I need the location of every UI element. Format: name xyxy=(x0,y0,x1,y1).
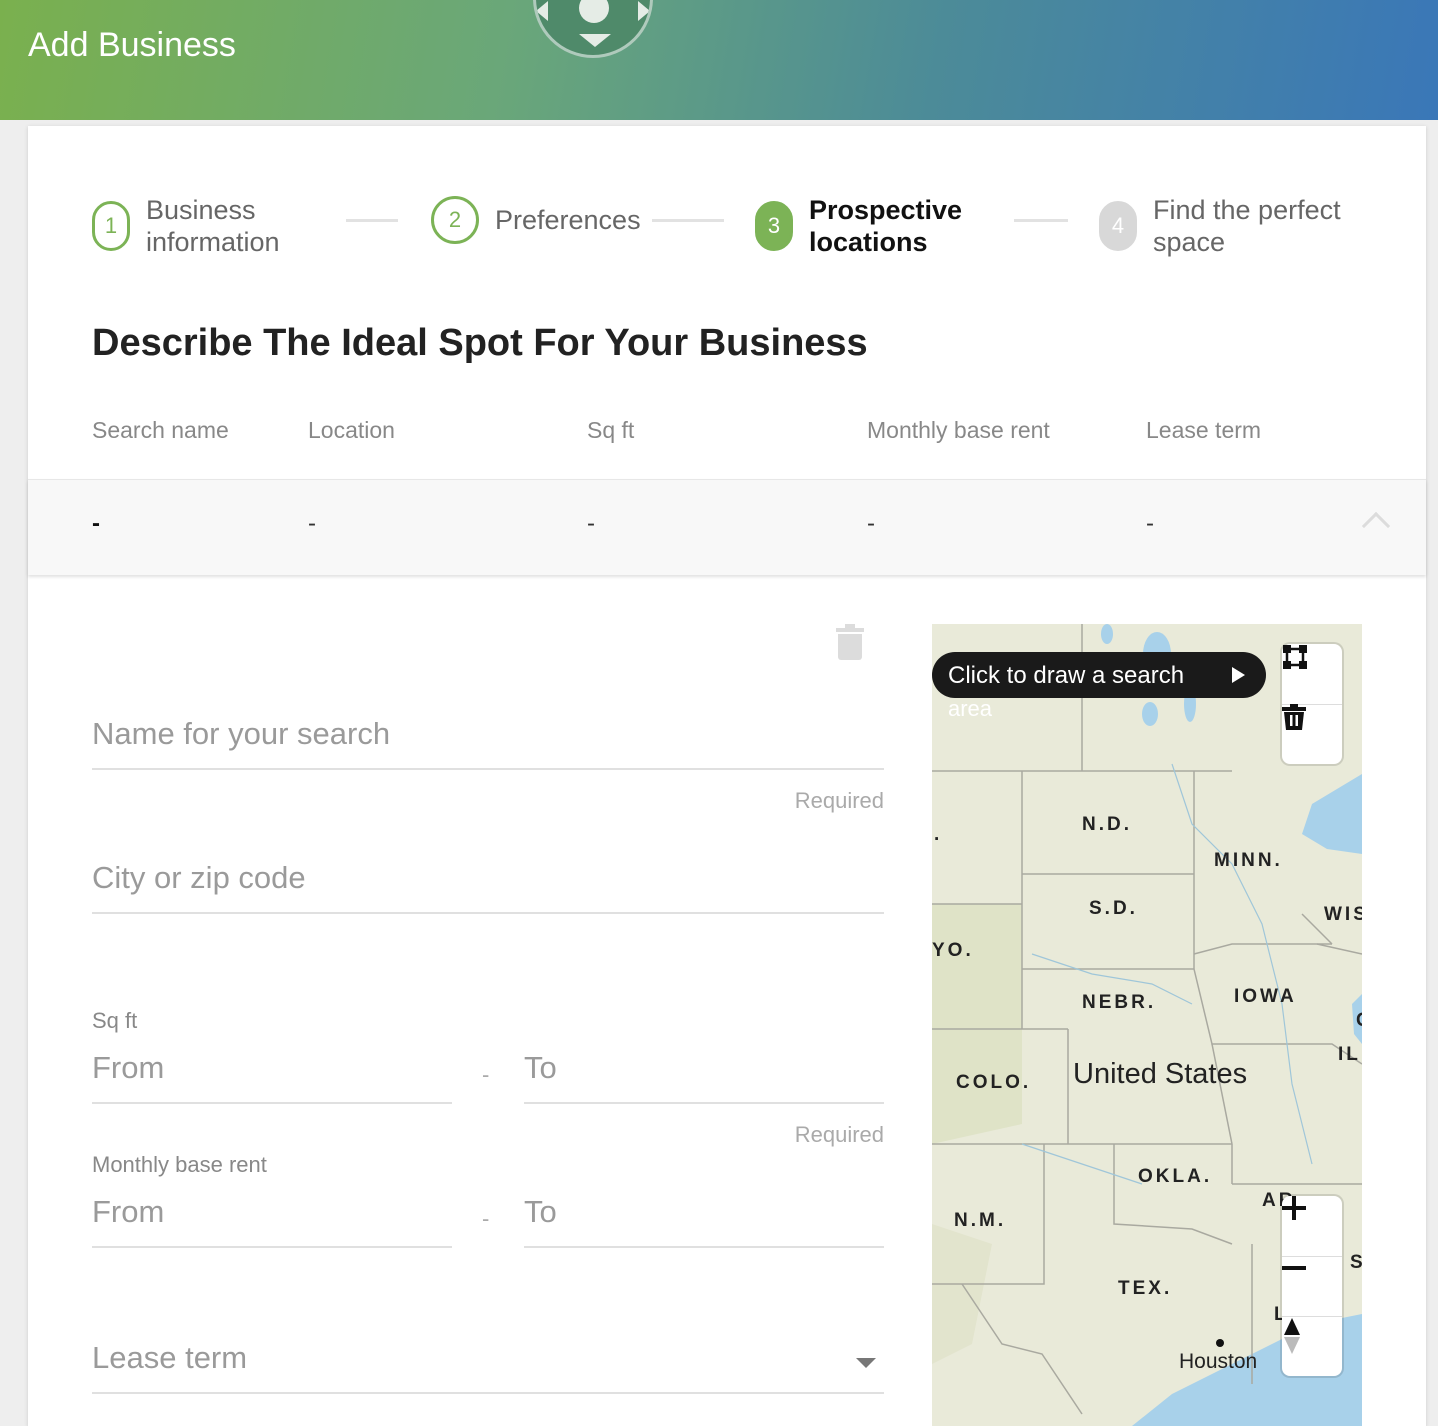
column-search-name: Search name xyxy=(92,417,229,443)
collapse-chevron-icon[interactable] xyxy=(1361,511,1391,541)
sqft-range-separator: - xyxy=(482,1062,490,1087)
plus-icon xyxy=(1282,1196,1306,1220)
step-prospective-locations[interactable]: 3 Prospective locations xyxy=(755,194,979,258)
step-label: Business information xyxy=(146,195,280,257)
draw-polygon-icon xyxy=(1283,645,1307,669)
draw-search-tooltip: Click to draw a search xyxy=(932,652,1266,698)
zoom-controls xyxy=(1282,1196,1342,1376)
step-number: 1 xyxy=(92,201,130,251)
location-field[interactable] xyxy=(92,860,884,914)
cell-sq-ft: - xyxy=(587,510,595,537)
cell-monthly-base-rent: - xyxy=(867,510,875,537)
state-label-wis: WIS xyxy=(1324,904,1362,925)
rent-range-separator: - xyxy=(482,1206,490,1231)
column-sq-ft: Sq ft xyxy=(587,417,635,443)
state-label-nm: N.M. xyxy=(954,1210,1007,1231)
sqft-to-field[interactable] xyxy=(524,1050,884,1104)
rent-from-field[interactable] xyxy=(92,1194,452,1248)
country-label: United States xyxy=(1073,1058,1248,1090)
step-connector xyxy=(652,219,724,222)
state-label-colo: COLO. xyxy=(956,1072,1032,1093)
draw-controls xyxy=(1282,644,1342,764)
lease-term-input[interactable] xyxy=(92,1340,884,1376)
state-label-il: IL xyxy=(1338,1044,1361,1065)
step-number: 4 xyxy=(1099,201,1137,251)
state-label-nebr: NEBR. xyxy=(1082,992,1157,1013)
draw-search-tooltip-text: Click to draw a search xyxy=(948,662,1185,689)
state-label-nd: N.D. xyxy=(1082,814,1132,835)
draw-polygon-button[interactable] xyxy=(1282,644,1342,704)
column-location: Location xyxy=(308,417,395,443)
header-title: Add Business xyxy=(28,26,236,64)
state-label-wyo: YO. xyxy=(932,940,974,961)
map-panel[interactable]: N.D. MINN. S.D. WIS YO. NEBR. IOWA IL C … xyxy=(932,624,1362,1426)
location-input[interactable] xyxy=(92,860,884,896)
state-label-sd: S.D. xyxy=(1089,898,1138,919)
cell-lease-term: - xyxy=(1146,510,1154,537)
app-header: Add Business xyxy=(0,0,1438,120)
step-number: 3 xyxy=(755,201,793,251)
step-business-information[interactable]: 1 Business information xyxy=(92,194,326,258)
play-arrow-icon xyxy=(1232,667,1245,683)
sqft-from-input[interactable] xyxy=(92,1050,452,1086)
rent-label: Monthly base rent xyxy=(92,1152,267,1177)
trash-icon xyxy=(1282,704,1306,730)
state-label-iowa: IOWA xyxy=(1234,986,1297,1007)
lease-term-select[interactable] xyxy=(92,1340,884,1394)
step-label: Find the perfect space xyxy=(1153,195,1341,257)
dropdown-arrow-icon[interactable] xyxy=(856,1358,876,1368)
sqft-to-input[interactable] xyxy=(524,1050,884,1086)
cell-search-name: - xyxy=(92,510,100,537)
state-label-edge-dot: . xyxy=(934,824,943,845)
zoom-in-button[interactable] xyxy=(1282,1196,1342,1256)
delete-drawing-button[interactable] xyxy=(1282,704,1342,764)
state-label-tex: TEX. xyxy=(1118,1278,1173,1299)
form-card: 1 Business information 2 Preferences 3 P… xyxy=(28,126,1426,1426)
step-number: 2 xyxy=(431,196,479,244)
search-summary-row[interactable]: - - - - - xyxy=(28,479,1426,575)
sqft-label: Sq ft xyxy=(92,1008,138,1033)
column-lease-term: Lease term xyxy=(1146,417,1262,443)
state-label-ms: S xyxy=(1350,1252,1362,1273)
step-find-the-perfect-space[interactable]: 4 Find the perfect space xyxy=(1099,194,1373,258)
step-connector xyxy=(1014,219,1068,222)
rent-to-field[interactable] xyxy=(524,1194,884,1248)
city-label-houston: Houston xyxy=(1179,1350,1258,1373)
step-connector xyxy=(346,219,398,222)
sqft-from-field[interactable] xyxy=(92,1050,452,1104)
search-name-input[interactable] xyxy=(92,716,884,752)
page-title: Describe The Ideal Spot For Your Busines… xyxy=(92,322,868,364)
search-name-field[interactable] xyxy=(92,716,884,770)
state-label-edge-c: C xyxy=(1356,1010,1362,1032)
minus-icon xyxy=(1282,1266,1306,1270)
state-label-okla: OKLA. xyxy=(1138,1166,1213,1187)
zoom-out-button[interactable] xyxy=(1282,1256,1342,1316)
state-label-minn: MINN. xyxy=(1214,850,1283,871)
compass-icon xyxy=(1284,1318,1300,1354)
sqft-required: Required xyxy=(794,1122,884,1147)
step-label: Preferences xyxy=(495,205,641,235)
cell-location: - xyxy=(308,510,316,537)
rent-from-input[interactable] xyxy=(92,1194,452,1230)
delete-search-trash-icon[interactable] xyxy=(836,624,864,660)
search-name-required: Required xyxy=(794,788,884,813)
step-preferences[interactable]: 2 Preferences xyxy=(431,196,641,244)
column-monthly-base-rent: Monthly base rent xyxy=(867,417,1050,443)
app-logo xyxy=(533,0,653,58)
step-label: Prospective locations xyxy=(809,195,963,257)
reset-bearing-button[interactable] xyxy=(1282,1316,1342,1376)
draw-search-tooltip-overflow: area xyxy=(948,696,993,721)
rent-to-input[interactable] xyxy=(524,1194,884,1230)
